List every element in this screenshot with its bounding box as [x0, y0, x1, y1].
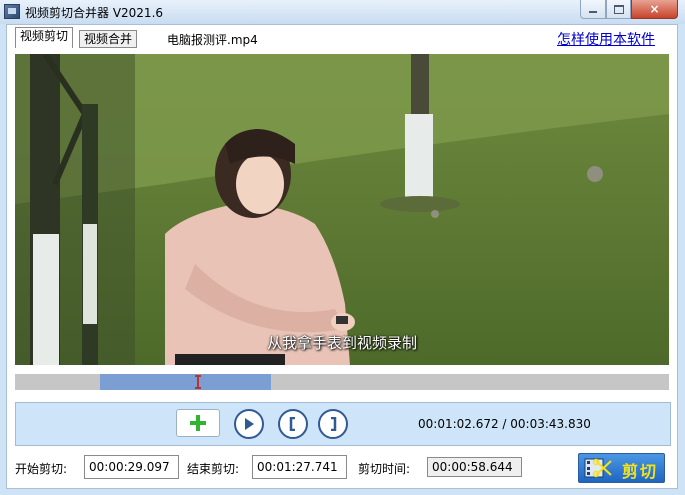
plus-icon	[190, 415, 206, 431]
play-icon	[245, 418, 254, 430]
mark-in-button[interactable]	[278, 409, 308, 439]
film-scissors-icon	[584, 458, 612, 478]
add-button[interactable]	[176, 409, 220, 437]
playback-controls: 00:01:02.672 / 00:03:43.830	[15, 402, 671, 446]
maximize-icon	[613, 4, 624, 14]
bracket-right-icon	[331, 417, 337, 431]
bracket-left-icon	[289, 417, 295, 431]
cut-button-label: 剪切	[622, 462, 659, 481]
minimize-button[interactable]	[580, 0, 606, 19]
start-cut-label: 开始剪切:	[15, 462, 68, 476]
timeline-selection[interactable]	[100, 374, 272, 390]
minimize-icon	[589, 11, 597, 13]
maximize-button[interactable]	[606, 0, 631, 19]
window-title: 视频剪切合并器 V2021.6	[25, 6, 164, 20]
video-frame-image	[15, 54, 669, 365]
playhead-cursor-icon[interactable]	[193, 374, 203, 390]
file-name: 电脑报测评.mp4	[167, 33, 258, 47]
app-icon	[4, 4, 20, 19]
tab-video-cut[interactable]: 视频剪切	[15, 27, 74, 48]
mark-out-button[interactable]	[318, 409, 348, 439]
cut-duration-value: 00:00:58.644	[427, 457, 522, 477]
help-link[interactable]: 怎样使用本软件	[557, 29, 655, 49]
time-readout: 00:01:02.672 / 00:03:43.830	[418, 417, 591, 431]
title-bar: 视频剪切合并器 V2021.6 ×	[0, 0, 685, 24]
tab-video-merge[interactable]: 视频合并	[79, 30, 138, 48]
close-button[interactable]: ×	[631, 0, 678, 19]
timeline-track[interactable]	[15, 374, 669, 390]
start-cut-input[interactable]: 00:00:29.097	[84, 455, 179, 479]
play-button[interactable]	[234, 409, 264, 439]
close-icon: ×	[649, 2, 660, 16]
cut-settings-row: 开始剪切: 00:00:29.097 结束剪切: 00:01:27.741 剪切…	[7, 451, 679, 483]
cut-duration-label: 剪切时间:	[358, 462, 411, 476]
end-cut-label: 结束剪切:	[187, 462, 240, 476]
main-panel: 视频剪切 视频合并 电脑报测评.mp4 怎样使用本软件 从我拿手表到视频录制 0…	[6, 24, 678, 489]
video-subtitle: 从我拿手表到视频录制	[266, 334, 417, 352]
cut-button[interactable]: 剪切	[578, 453, 665, 483]
end-cut-input[interactable]: 00:01:27.741	[252, 455, 347, 479]
video-preview[interactable]: 从我拿手表到视频录制	[15, 54, 669, 365]
